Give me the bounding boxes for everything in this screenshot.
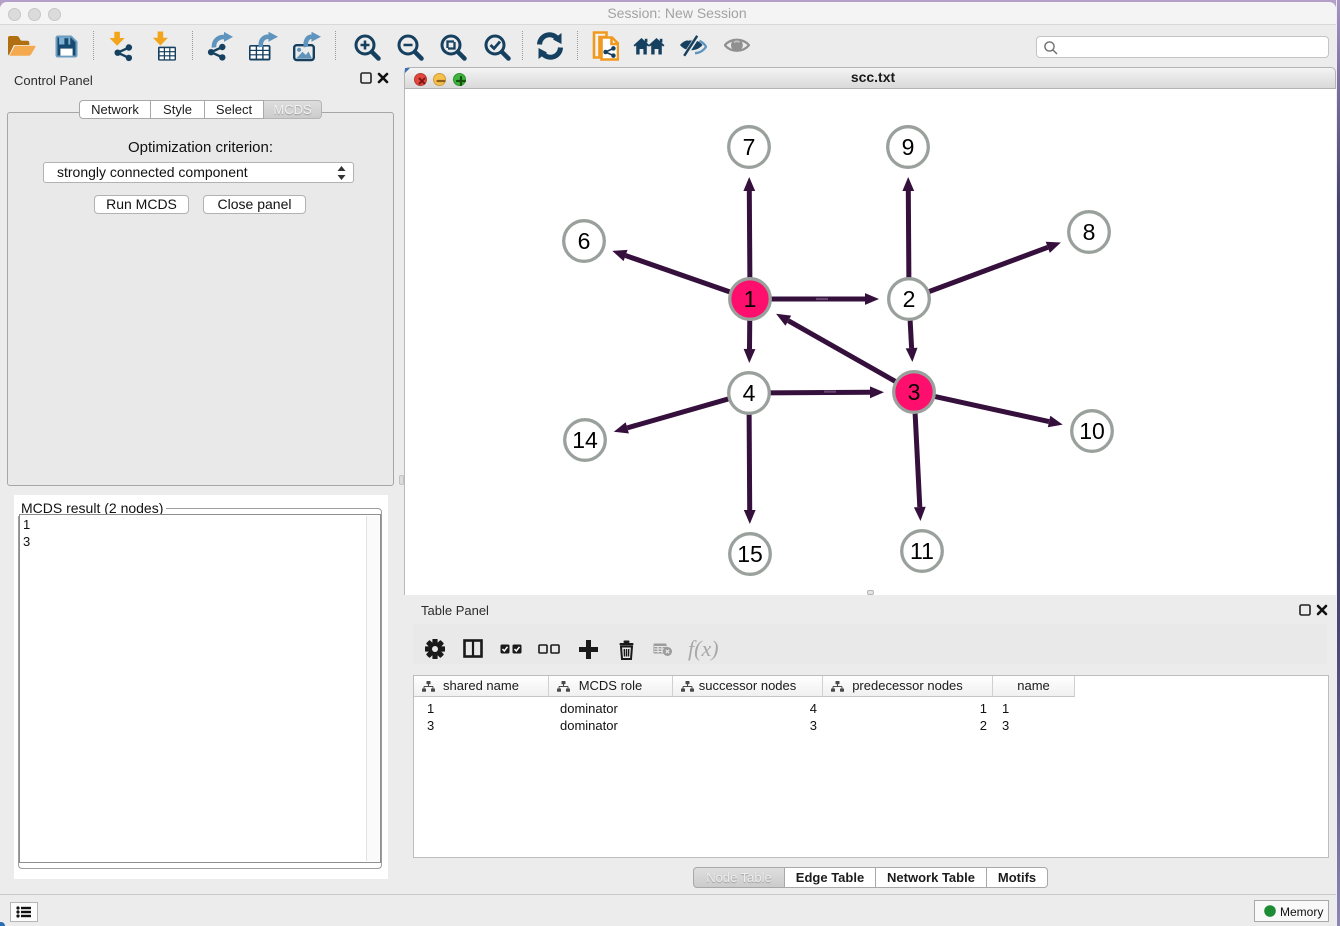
svg-text:3: 3 bbox=[908, 379, 921, 405]
svg-text:4: 4 bbox=[743, 380, 756, 406]
svg-text:11: 11 bbox=[910, 538, 934, 564]
svg-text:1: 1 bbox=[744, 286, 757, 312]
svg-text:7: 7 bbox=[743, 134, 756, 160]
svg-text:2: 2 bbox=[903, 286, 916, 312]
svg-text:14: 14 bbox=[572, 427, 598, 453]
svg-text:15: 15 bbox=[737, 541, 763, 567]
svg-text:10: 10 bbox=[1079, 418, 1105, 444]
svg-text:6: 6 bbox=[578, 228, 591, 254]
svg-text:8: 8 bbox=[1083, 219, 1096, 245]
svg-text:9: 9 bbox=[902, 134, 915, 160]
